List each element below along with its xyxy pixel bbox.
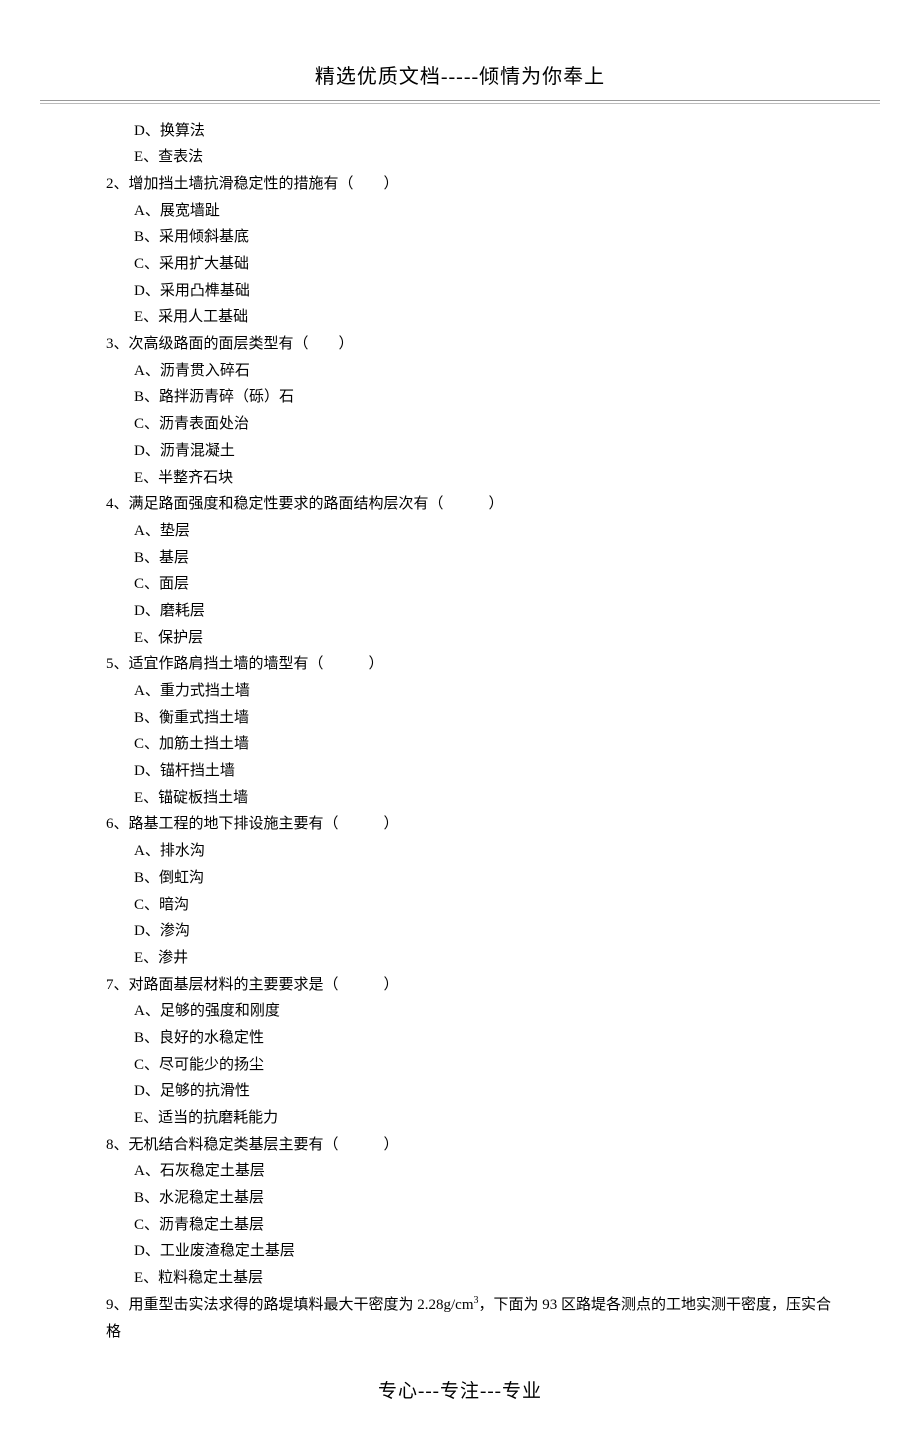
page-footer: 专心---专注---专业 xyxy=(80,1375,840,1409)
option-item: D、工业废渣稳定土基层 xyxy=(86,1238,840,1265)
question-2: 2、增加挡土墙抗滑稳定性的措施有（ ） xyxy=(86,171,840,198)
option-item: C、暗沟 xyxy=(86,892,840,919)
option-item: D、足够的抗滑性 xyxy=(86,1078,840,1105)
option-item: D、采用凸榫基础 xyxy=(86,278,840,305)
option-item: D、磨耗层 xyxy=(86,598,840,625)
option-item: C、尽可能少的扬尘 xyxy=(86,1052,840,1079)
option-item: D、换算法 xyxy=(86,118,840,145)
option-item: E、粒料稳定土基层 xyxy=(86,1265,840,1292)
option-item: D、渗沟 xyxy=(86,918,840,945)
option-item: B、水泥稳定土基层 xyxy=(86,1185,840,1212)
question-4: 4、满足路面强度和稳定性要求的路面结构层次有（ ） xyxy=(86,491,840,518)
option-item: B、衡重式挡土墙 xyxy=(86,705,840,732)
option-item: A、展宽墙趾 xyxy=(86,198,840,225)
option-item: E、渗井 xyxy=(86,945,840,972)
question-number: 9 xyxy=(106,1297,114,1313)
question-3: 3、次高级路面的面层类型有（ ） xyxy=(86,331,840,358)
option-item: B、良好的水稳定性 xyxy=(86,1025,840,1052)
option-item: E、半整齐石块 xyxy=(86,465,840,492)
option-item: C、面层 xyxy=(86,571,840,598)
option-item: E、采用人工基础 xyxy=(86,304,840,331)
option-item: A、足够的强度和刚度 xyxy=(86,998,840,1025)
option-item: C、采用扩大基础 xyxy=(86,251,840,278)
question-8: 8、无机结合料稳定类基层主要有（ ） xyxy=(86,1132,840,1159)
option-item: D、锚杆挡土墙 xyxy=(86,758,840,785)
question-5: 5、适宜作路肩挡土墙的墙型有（ ） xyxy=(86,651,840,678)
option-item: B、基层 xyxy=(86,545,840,572)
question-6: 6、路基工程的地下排设施主要有（ ） xyxy=(86,811,840,838)
option-item: B、路拌沥青碎（砾）石 xyxy=(86,384,840,411)
option-item: E、适当的抗磨耗能力 xyxy=(86,1105,840,1132)
option-item: A、沥青贯入碎石 xyxy=(86,358,840,385)
option-item: C、加筋土挡土墙 xyxy=(86,731,840,758)
option-item: A、垫层 xyxy=(86,518,840,545)
question-7: 7、对路面基层材料的主要要求是（ ） xyxy=(86,972,840,999)
option-item: A、排水沟 xyxy=(86,838,840,865)
option-item: E、保护层 xyxy=(86,625,840,652)
option-item: E、锚碇板挡土墙 xyxy=(86,785,840,812)
header-rule-bottom xyxy=(40,103,880,104)
document-body: D、换算法E、查表法 2、增加挡土墙抗滑稳定性的措施有（ ）A、展宽墙趾B、采用… xyxy=(80,118,840,1346)
header-rule-top xyxy=(40,100,880,101)
option-item: A、重力式挡土墙 xyxy=(86,678,840,705)
page-header: 精选优质文档-----倾情为你奉上 xyxy=(80,60,840,96)
option-item: A、石灰稳定土基层 xyxy=(86,1158,840,1185)
option-item: E、查表法 xyxy=(86,144,840,171)
option-item: C、沥青稳定土基层 xyxy=(86,1212,840,1239)
option-item: D、沥青混凝土 xyxy=(86,438,840,465)
question-text-part1: 用重型击实法求得的路堤填料最大干密度为 2.28g/cm xyxy=(129,1297,474,1313)
option-item: B、倒虹沟 xyxy=(86,865,840,892)
question-9: 9、用重型击实法求得的路堤填料最大干密度为 2.28g/cm3，下面为 93 区… xyxy=(86,1292,840,1345)
option-item: C、沥青表面处治 xyxy=(86,411,840,438)
option-item: B、采用倾斜基底 xyxy=(86,224,840,251)
